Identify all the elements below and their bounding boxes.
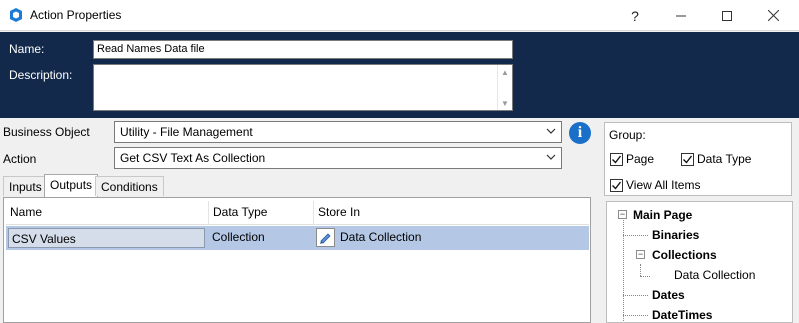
view-all-checkbox-label: View All Items (626, 178, 701, 192)
minimize-icon (676, 15, 686, 16)
output-name-field[interactable]: CSV Values (8, 228, 205, 248)
tree-item-dates[interactable]: Dates (652, 288, 685, 302)
tree-line (640, 264, 641, 276)
view-all-checkbox[interactable] (610, 178, 623, 192)
output-data-type: Collection (212, 230, 265, 244)
business-object-label: Business Object (3, 125, 90, 139)
business-object-select[interactable]: Utility - File Management (114, 121, 562, 143)
column-header-data-type[interactable]: Data Type (209, 201, 314, 225)
check-icon (612, 155, 622, 164)
data-type-checkbox[interactable] (681, 152, 694, 166)
header-panel: Name: Read Names Data file Description: … (0, 32, 799, 118)
tree-line (640, 276, 650, 277)
window-title: Action Properties (30, 8, 122, 22)
tree-line (623, 295, 648, 296)
tree-item-datetimes[interactable]: DateTimes (652, 308, 712, 322)
data-item-tree: − Main Page Binaries − Collections Data … (606, 201, 793, 323)
action-select[interactable]: Get CSV Text As Collection (114, 147, 562, 169)
group-panel: Group: Page Data Type View All Items (604, 122, 792, 196)
info-icon[interactable]: i (569, 122, 591, 144)
column-header-name[interactable]: Name (6, 201, 209, 225)
maximize-button[interactable] (704, 0, 750, 31)
tree-line (623, 315, 648, 316)
tree-root-main-page[interactable]: Main Page (633, 208, 692, 222)
action-value: Get CSV Text As Collection (120, 151, 266, 165)
tree-item-binaries[interactable]: Binaries (652, 228, 699, 242)
business-object-value: Utility - File Management (120, 125, 253, 139)
collapse-icon[interactable]: − (636, 250, 645, 259)
minimize-button[interactable] (658, 0, 704, 31)
check-icon (612, 181, 622, 190)
collapse-icon[interactable]: − (618, 210, 627, 219)
close-button[interactable] (750, 0, 796, 31)
scroll-up-icon[interactable]: ▲ (501, 68, 509, 77)
description-label: Description: (9, 68, 73, 82)
scroll-down-icon[interactable]: ▼ (501, 99, 509, 108)
group-label: Group: (609, 128, 646, 142)
chevron-down-icon (546, 154, 556, 160)
tree-item-collections[interactable]: Collections (652, 248, 717, 262)
tab-inputs[interactable]: Inputs (3, 176, 48, 196)
help-icon: ? (631, 7, 639, 24)
column-header-store-in[interactable]: Store In (314, 201, 589, 225)
close-icon (767, 10, 779, 21)
action-label: Action (3, 152, 37, 166)
description-field[interactable]: ▲ ▼ (93, 64, 513, 111)
maximize-icon (722, 10, 732, 21)
outputs-grid: Name Data Type Store In CSV Values Colle… (3, 197, 591, 323)
view-all-items-option[interactable]: View All Items (610, 178, 700, 192)
tree-line (623, 235, 648, 236)
help-button[interactable]: ? (612, 0, 658, 31)
output-store-in: Data Collection (340, 230, 422, 244)
grid-header: Name Data Type Store In (6, 201, 589, 225)
group-data-type-option[interactable]: Data Type (681, 152, 751, 166)
name-field[interactable]: Read Names Data file (93, 40, 513, 59)
collection-icon[interactable] (316, 228, 335, 247)
table-row[interactable]: CSV Values Collection Data Collection (6, 226, 589, 250)
tab-outputs[interactable]: Outputs (44, 174, 99, 197)
name-label: Name: (9, 42, 45, 56)
description-scrollbar[interactable]: ▲ ▼ (497, 65, 512, 110)
tree-line (623, 215, 624, 322)
title-bar: Action Properties ? (0, 0, 799, 31)
tab-conditions[interactable]: Conditions (95, 176, 164, 196)
chevron-down-icon (546, 128, 556, 134)
tree-item-data-collection[interactable]: Data Collection (674, 268, 755, 282)
page-checkbox-label: Page (626, 152, 655, 166)
page-checkbox[interactable] (610, 152, 623, 166)
check-icon (683, 155, 693, 164)
blueprism-icon (10, 8, 22, 22)
group-page-option[interactable]: Page (610, 152, 654, 166)
data-type-checkbox-label: Data Type (697, 152, 752, 166)
